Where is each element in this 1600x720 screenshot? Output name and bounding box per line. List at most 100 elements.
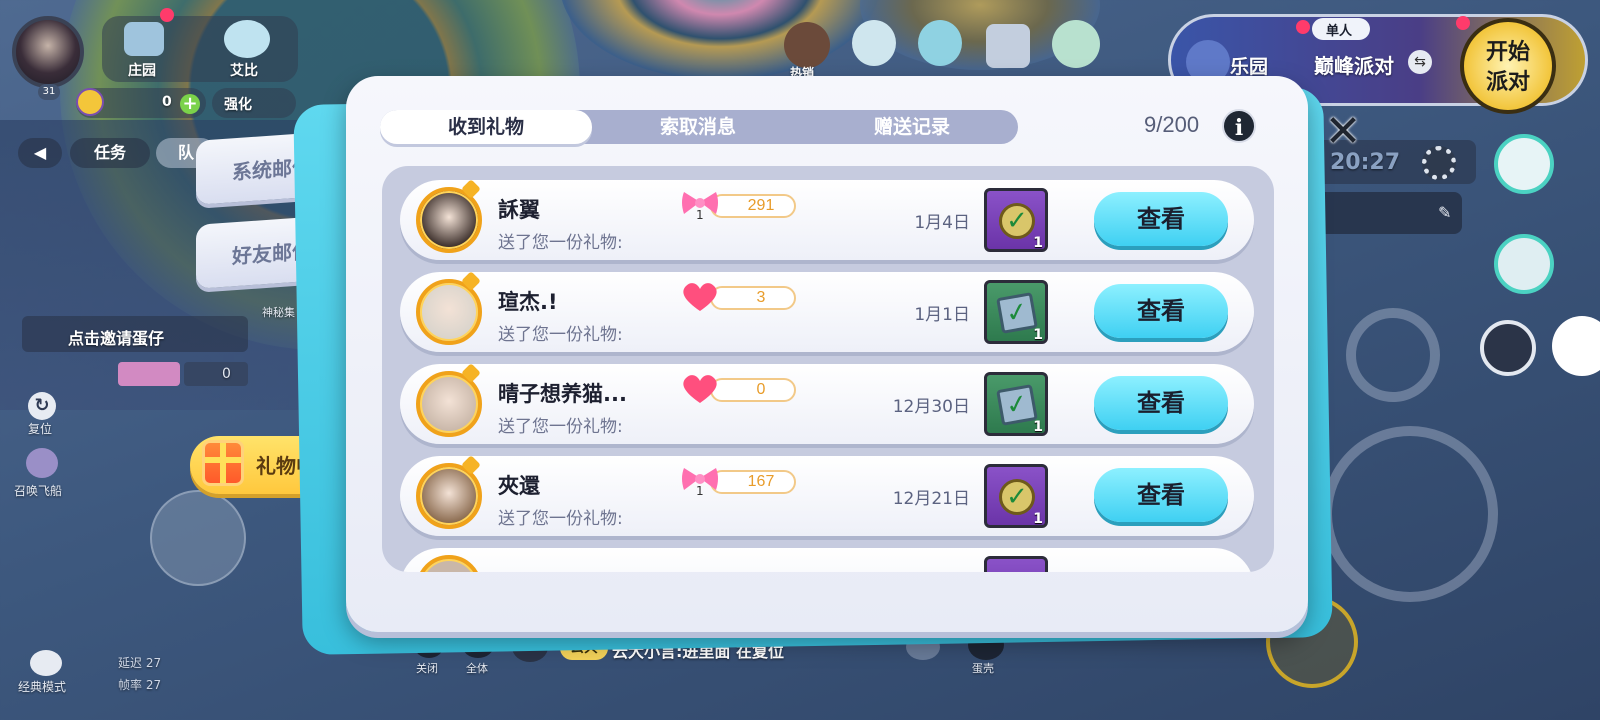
item-count: 1	[1033, 327, 1043, 343]
edit-pencil-icon[interactable]: ✎	[1438, 204, 1456, 222]
collapse-arrow-icon[interactable]: ◀	[18, 138, 62, 168]
summon-label[interactable]: 召唤飞船	[14, 482, 62, 499]
player-avatar[interactable]	[12, 16, 84, 88]
invite-label[interactable]: 点击邀请蛋仔	[68, 325, 164, 349]
sunglasses-emote-icon[interactable]	[1480, 320, 1536, 376]
sender-avatar[interactable]	[416, 555, 482, 572]
start-party-button[interactable]: 开始派对	[1460, 18, 1556, 114]
tab-sent-records[interactable]: 赠送记录	[806, 110, 1018, 144]
fps-label: 帧率 27	[118, 678, 162, 692]
start-party-label[interactable]: 开始派对	[1478, 38, 1538, 98]
sender-name: 瑄杰.!	[498, 290, 558, 314]
manor-icon[interactable]	[124, 22, 164, 56]
gift-item-icon[interactable]: ✓ 1	[984, 188, 1048, 252]
view-button[interactable]: 查看	[1094, 468, 1228, 522]
park-label[interactable]: 乐园	[1230, 52, 1268, 79]
reset-icon[interactable]: ↻	[28, 392, 56, 420]
tab-received-gifts[interactable]: 收到礼物	[380, 110, 592, 144]
item-count: 1	[1033, 419, 1043, 435]
aibi-pet-icon[interactable]	[224, 20, 270, 58]
gift-subtitle: 送了您一份礼物:	[498, 509, 623, 529]
eye-icon[interactable]	[30, 650, 62, 676]
gift-quantity: 1	[696, 484, 704, 498]
dice-icon[interactable]	[1494, 134, 1554, 194]
notification-dot	[1456, 16, 1470, 30]
gift-date: 1月1日	[914, 305, 970, 325]
notification-dot	[160, 8, 174, 22]
list-item: 夾還 送了您一份礼物: 167 1 12月21日 ✓ 1 查看	[400, 455, 1254, 536]
player-level-badge: 31	[38, 84, 60, 100]
gift-date: 12月30日	[892, 397, 970, 417]
view-button[interactable]: 查看	[1094, 376, 1228, 430]
gift-list[interactable]: 訸翼 送了您一份礼物: 291 1 1月4日 ✓ 1 查看 瑄杰.! 送了您一份…	[382, 166, 1274, 572]
gift-value: 291	[747, 197, 775, 214]
sender-name: 夾還	[498, 474, 540, 498]
check-icon: ✓	[999, 479, 1035, 515]
spaceship-icon[interactable]	[26, 448, 58, 478]
check-icon: ✓	[996, 292, 1038, 334]
gift-item-icon[interactable]: ✓ 1	[984, 464, 1048, 528]
coin-icon	[76, 88, 104, 116]
single-mode-label[interactable]: 单人	[1326, 20, 1352, 39]
gear-icon[interactable]	[1422, 146, 1456, 180]
gift-value-bar: 167	[710, 470, 796, 494]
gift-tabs: 收到礼物 索取消息 赠送记录	[380, 110, 1018, 144]
heart-icon	[683, 283, 717, 311]
gift-box-icon	[202, 440, 244, 486]
gift-date: 12月21日	[892, 489, 970, 509]
sender-name: 晴子想养猫...	[498, 382, 627, 406]
gift-subtitle: 送了您一份礼物:	[498, 325, 623, 345]
gift-counter: 9/200	[1144, 112, 1200, 137]
store-bag-icon[interactable]	[986, 24, 1030, 68]
egg-shell-label[interactable]: 蛋壳	[972, 660, 994, 676]
mystery-label: 神秘集	[262, 306, 295, 319]
nav-manor-label[interactable]: 庄园	[128, 60, 156, 80]
check-icon: ✓	[996, 384, 1038, 426]
switch-mode-icon[interactable]: ⇆	[1408, 50, 1432, 74]
peak-party-label[interactable]: 巅峰派对	[1314, 50, 1394, 79]
gift-quantity: 1	[696, 208, 704, 222]
task-tab[interactable]: 任务	[70, 138, 150, 168]
close-icon[interactable]: ✕	[1320, 110, 1366, 156]
list-item: 瑄杰.! 送了您一份礼物: 3 1月1日 ✓ 1 查看	[400, 271, 1254, 352]
eye-badge	[118, 362, 180, 386]
list-item: 訸翼 送了您一份礼物: 291 1 1月4日 ✓ 1 查看	[400, 179, 1254, 260]
gift-dialog: 收到礼物 索取消息 赠送记录 9/200 i 訸翼 送了您一份礼物: 291 1…	[346, 76, 1308, 632]
gift-value-bar: 0	[710, 378, 796, 402]
tab-requests[interactable]: 索取消息	[592, 110, 804, 144]
item-count: 1	[1033, 235, 1043, 251]
reset-label[interactable]: 复位	[28, 420, 52, 437]
classic-mode-label[interactable]: 经典模式	[18, 678, 66, 695]
sender-name: 訸翼	[498, 198, 540, 222]
shop-character-icon[interactable]	[784, 22, 830, 68]
handbook-icon[interactable]	[852, 20, 896, 66]
gift-item-icon[interactable]: ✓ 1	[984, 280, 1048, 344]
counter-value: 0	[222, 366, 231, 382]
view-button[interactable]: 查看	[1094, 192, 1228, 246]
add-coin-icon[interactable]: +	[180, 94, 200, 114]
item-count: 1	[1033, 511, 1043, 527]
gift-value: 0	[756, 381, 766, 398]
nav-aibi-label[interactable]: 艾比	[230, 60, 258, 80]
jump-action-button[interactable]	[1346, 308, 1440, 402]
gift-value-bar: 291	[710, 194, 796, 218]
boat-icon[interactable]	[1494, 234, 1554, 294]
gift-subtitle: 送了您一份礼物:	[498, 233, 623, 253]
gift-item-icon[interactable]	[984, 556, 1048, 572]
pet-icon[interactable]	[918, 20, 962, 66]
chat-all-label[interactable]: 全体	[466, 660, 488, 676]
chat-close-label[interactable]: 关闭	[416, 660, 438, 676]
coin-count: 0	[162, 94, 172, 110]
gift-item-icon[interactable]: ✓ 1	[984, 372, 1048, 436]
roll-action-button[interactable]	[1322, 426, 1498, 602]
gift-date: 1月4日	[914, 213, 970, 233]
heart-icon	[683, 375, 717, 403]
notification-dot	[1296, 20, 1310, 34]
info-icon[interactable]: i	[1222, 109, 1256, 143]
gift-value: 3	[756, 289, 766, 306]
movement-joystick[interactable]	[150, 490, 246, 586]
enhance-label[interactable]: 强化	[224, 94, 252, 114]
gift-subtitle: 送了您一份礼物:	[498, 417, 623, 437]
friend-icon[interactable]	[1052, 20, 1100, 68]
view-button[interactable]: 查看	[1094, 284, 1228, 338]
